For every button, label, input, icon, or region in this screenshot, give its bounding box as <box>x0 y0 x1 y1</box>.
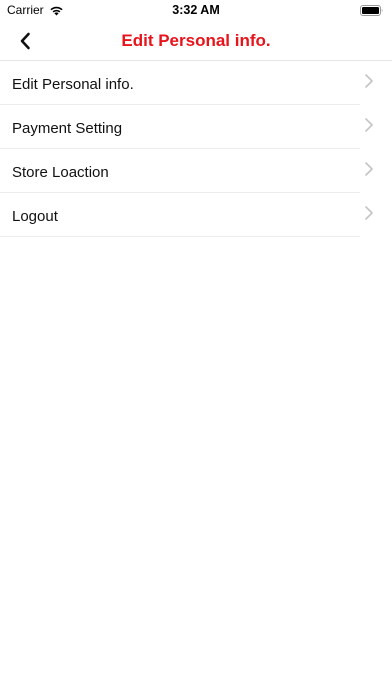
chevron-right-icon <box>365 74 373 88</box>
battery-icon <box>360 5 383 16</box>
chevron-right-icon <box>365 162 373 176</box>
menu-item-label: Store Loaction <box>12 164 109 181</box>
menu-item-edit-personal-info[interactable]: Edit Personal info. <box>0 61 392 105</box>
menu-item-logout[interactable]: Logout <box>0 193 392 237</box>
navigation-bar: Edit Personal info. <box>0 22 392 61</box>
menu-item-label: Logout <box>12 208 58 225</box>
chevron-right-icon <box>365 206 373 220</box>
status-bar: Carrier 3:32 AM <box>0 0 392 22</box>
menu-item-label: Edit Personal info. <box>12 76 134 93</box>
chevron-right-icon <box>365 118 373 132</box>
page-title: Edit Personal info. <box>121 31 271 50</box>
status-time: 3:32 AM <box>172 3 220 17</box>
menu-item-store-location[interactable]: Store Loaction <box>0 149 392 193</box>
menu-item-label: Payment Setting <box>12 120 123 137</box>
settings-menu: Edit Personal info. Payment Setting Stor… <box>0 61 392 237</box>
menu-item-payment-setting[interactable]: Payment Setting <box>0 105 392 149</box>
